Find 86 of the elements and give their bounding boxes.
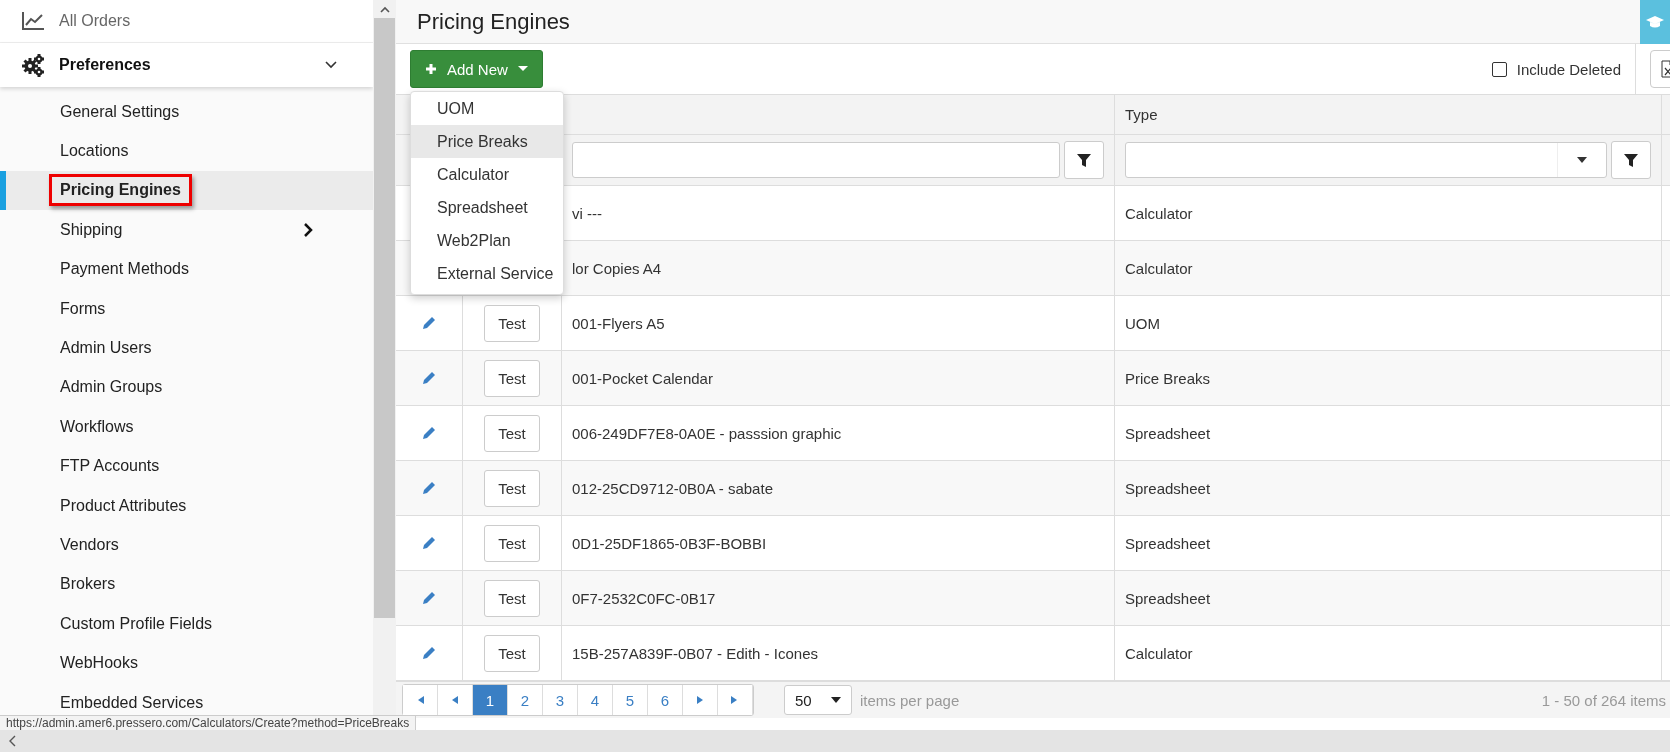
sidebar-item[interactable]: Payment Methods [0, 249, 373, 289]
highlight-frame: Pricing Engines [49, 174, 192, 207]
filter-icon [1623, 152, 1639, 168]
column-header[interactable]: Type [1125, 106, 1158, 123]
table-cell: lor Copies A4 [572, 259, 662, 277]
table-cell: Spreadsheet [1125, 479, 1211, 497]
first-page-button[interactable] [403, 685, 438, 715]
sidebar-item[interactable]: Admin Groups [0, 367, 373, 408]
page-button[interactable]: 1 [473, 685, 508, 715]
sidebar-item[interactable]: General Settings [0, 92, 373, 132]
name-filter-field[interactable] [572, 142, 1060, 178]
arrow-icon [695, 695, 705, 705]
table-cell: 001-Flyers A5 [572, 314, 665, 332]
table-cell: 0F7-2532C0FC-0B17 [572, 589, 716, 607]
pencil-icon[interactable] [421, 315, 437, 331]
url-tooltip: https://admin.amer6.pressero.com/Calculators/Create?method=PriceBreaks [0, 715, 417, 730]
pencil-icon[interactable] [421, 425, 437, 441]
menu-item[interactable]: Price Breaks [411, 125, 563, 158]
sidebar-item[interactable]: Admin Users [0, 328, 373, 368]
pencil-icon[interactable] [421, 535, 437, 551]
graduation-cap-icon [1645, 15, 1665, 29]
section-header[interactable]: Preferences [59, 56, 151, 74]
scrollbar-thumb[interactable] [374, 18, 395, 618]
sidebar-item[interactable]: Vendors [0, 525, 373, 565]
pencil-icon[interactable] [421, 480, 437, 496]
table-cell: Spreadsheet [1125, 424, 1211, 442]
filter-button[interactable] [1611, 141, 1651, 179]
sidebar-item[interactable]: Product Attributes [0, 485, 373, 526]
test-button[interactable]: Test [484, 469, 540, 507]
menu-item[interactable]: Web2Plan [411, 224, 563, 257]
sidebar-item[interactable]: Workflows [0, 407, 373, 447]
sidebar-item[interactable]: WebHooks [0, 643, 373, 683]
arrow-icon [450, 695, 460, 705]
menu-item[interactable]: UOM [411, 92, 563, 125]
pencil-icon[interactable] [421, 370, 437, 386]
table-cell: 0D1-25DF1865-0B3F-BOBBI [572, 534, 767, 552]
caret-icon [517, 66, 528, 72]
page-size-label: items per page [860, 691, 960, 709]
table-cell: Spreadsheet [1125, 534, 1211, 552]
table-cell: Price Breaks [1125, 369, 1211, 387]
table-cell: vi --- [572, 204, 602, 222]
table-cell: 15B-257A839F-0B07 - Edith - Icones [572, 644, 818, 662]
chevron-down-icon[interactable] [325, 61, 337, 69]
test-button[interactable]: Test [484, 579, 540, 617]
add-new-button[interactable]: Add New [410, 50, 543, 88]
test-button[interactable]: Test [484, 634, 540, 672]
line-chart-icon [21, 11, 45, 31]
pager-summary: 1 - 50 of 264 items [1541, 691, 1666, 709]
test-button[interactable]: Test [484, 414, 540, 452]
nav-item[interactable]: All Orders [59, 12, 131, 30]
sidebar-item[interactable]: Locations [0, 131, 373, 171]
filter-icon [1076, 152, 1092, 168]
checkbox[interactable] [1491, 61, 1507, 77]
pencil-icon[interactable] [421, 590, 437, 606]
scroll-left-icon[interactable] [8, 735, 16, 747]
checkbox-label[interactable]: Include Deleted [1516, 60, 1621, 78]
caret-icon [1577, 157, 1587, 163]
menu-item[interactable]: Calculator [411, 158, 563, 191]
table-cell: Calculator [1125, 259, 1193, 277]
table-cell: UOM [1125, 314, 1160, 332]
menu-item[interactable]: Spreadsheet [411, 191, 563, 224]
sidebar-item[interactable]: Shipping [0, 210, 373, 250]
export-button[interactable] [1650, 50, 1670, 88]
table-cell: 012-25CD9712-0B0A - sabate [572, 479, 773, 497]
sidebar-item[interactable]: Brokers [0, 564, 373, 605]
scroll-up-icon[interactable] [379, 5, 390, 13]
gears-icon [21, 53, 45, 77]
sidebar-item[interactable]: Custom Profile Fields [0, 604, 373, 644]
test-button[interactable]: Test [484, 359, 540, 397]
plus-icon [425, 63, 437, 75]
page-title: Pricing Engines [417, 8, 570, 35]
pencil-icon[interactable] [421, 645, 437, 661]
caret-icon [831, 697, 841, 703]
test-button[interactable]: Test [484, 524, 540, 562]
table-cell: Calculator [1125, 644, 1193, 662]
sidebar-item[interactable]: Pricing Engines [0, 170, 373, 211]
test-button[interactable]: Test [484, 304, 540, 342]
filter-button[interactable] [1064, 141, 1104, 179]
page-size-dropdown[interactable]: 50 [784, 685, 852, 715]
menu-item[interactable]: External Service [411, 257, 563, 290]
sidebar-item[interactable]: Forms [0, 288, 373, 329]
table-cell: 001-Pocket Calendar [572, 369, 713, 387]
table-cell: 006-249DF7E8-0A0E - passsion graphic [572, 424, 842, 442]
table-cell: Calculator [1125, 204, 1193, 222]
sidebar-item[interactable]: FTP Accounts [0, 446, 373, 486]
table-cell: Spreadsheet [1125, 589, 1211, 607]
